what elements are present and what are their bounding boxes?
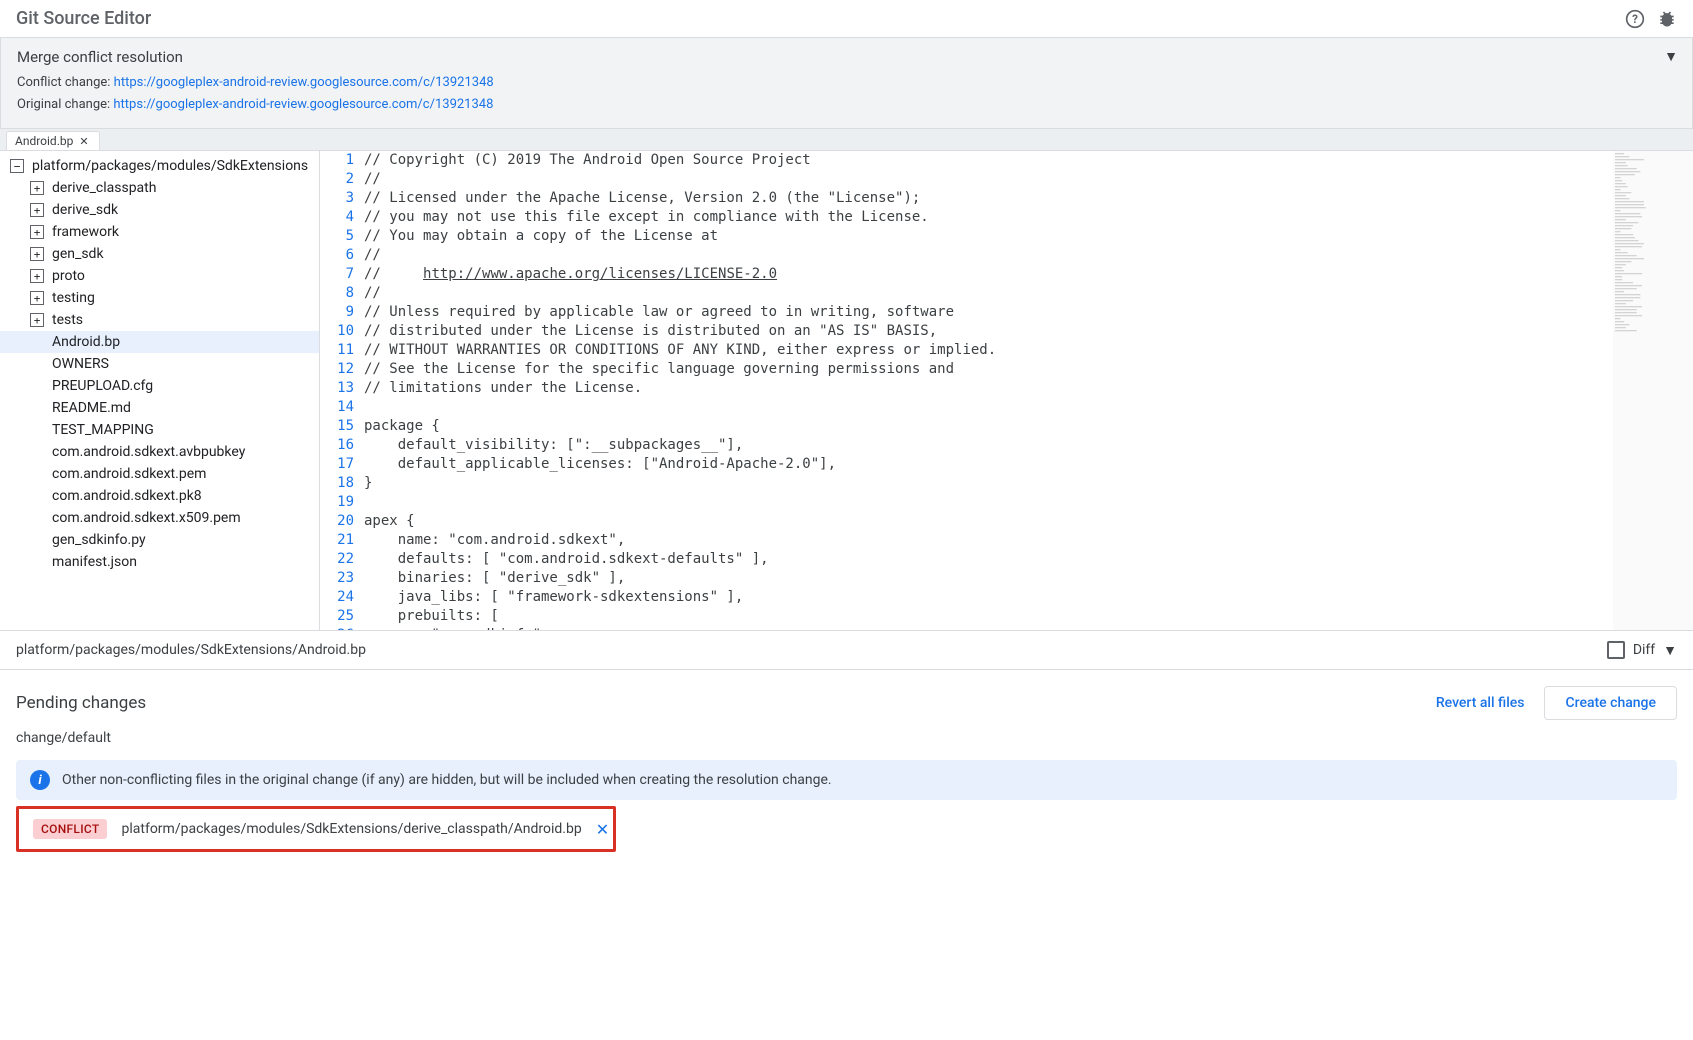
tab-label: Android.bp bbox=[15, 134, 73, 148]
code-area[interactable]: // Copyright (C) 2019 The Android Open S… bbox=[364, 151, 1613, 630]
merge-panel: Merge conflict resolution Conflict chang… bbox=[0, 37, 1693, 129]
diff-checkbox[interactable] bbox=[1607, 641, 1625, 659]
tree-file-Android.bp[interactable]: Android.bp bbox=[0, 331, 319, 353]
info-banner: i Other non-conflicting files in the ori… bbox=[16, 760, 1677, 800]
tree-file-PREUPLOAD.cfg[interactable]: PREUPLOAD.cfg bbox=[0, 375, 319, 397]
line-gutter: 1234567891011121314151617181920212223242… bbox=[320, 151, 364, 630]
tree-folder-proto[interactable]: + proto bbox=[0, 265, 319, 287]
tree-label: Android.bp bbox=[52, 334, 120, 350]
code-editor[interactable]: 1234567891011121314151617181920212223242… bbox=[320, 151, 1693, 630]
tree-folder-framework[interactable]: + framework bbox=[0, 221, 319, 243]
tree-file-com.android.sdkext.pk8[interactable]: com.android.sdkext.pk8 bbox=[0, 485, 319, 507]
tree-label: platform/packages/modules/SdkExtensions bbox=[32, 158, 308, 174]
revert-all-button[interactable]: Revert all files bbox=[1436, 695, 1525, 711]
tree-file-manifest.json[interactable]: manifest.json bbox=[0, 551, 319, 573]
file-path: platform/packages/modules/SdkExtensions/… bbox=[16, 642, 366, 658]
tree-root[interactable]: −platform/packages/modules/SdkExtensions bbox=[0, 155, 319, 177]
tree-file-OWNERS[interactable]: OWNERS bbox=[0, 353, 319, 375]
tree-folder-testing[interactable]: + testing bbox=[0, 287, 319, 309]
tree-file-com.android.sdkext.pem[interactable]: com.android.sdkext.pem bbox=[0, 463, 319, 485]
collapse-icon[interactable]: − bbox=[10, 159, 24, 173]
conflict-file-path: platform/packages/modules/SdkExtensions/… bbox=[121, 821, 581, 837]
diff-label: Diff bbox=[1633, 642, 1655, 658]
expand-icon[interactable]: + bbox=[30, 269, 44, 283]
tree-label: com.android.sdkext.pem bbox=[52, 466, 206, 482]
tree-label: PREUPLOAD.cfg bbox=[52, 378, 153, 394]
info-icon: i bbox=[30, 770, 50, 790]
tree-label: framework bbox=[52, 224, 119, 240]
expand-icon[interactable]: + bbox=[30, 291, 44, 305]
tree-file-gen_sdkinfo.py[interactable]: gen_sdkinfo.py bbox=[0, 529, 319, 551]
dropdown-icon[interactable]: ▼ bbox=[1663, 642, 1677, 659]
pending-title: Pending changes bbox=[16, 693, 146, 713]
tree-label: TEST_MAPPING bbox=[52, 422, 154, 438]
expand-icon[interactable]: + bbox=[30, 225, 44, 239]
tree-label: manifest.json bbox=[52, 554, 137, 570]
conflict-change-label: Conflict change: bbox=[17, 75, 114, 90]
tree-label: tests bbox=[52, 312, 83, 328]
tree-file-README.md[interactable]: README.md bbox=[0, 397, 319, 419]
tree-label: derive_classpath bbox=[52, 180, 156, 196]
tree-label: proto bbox=[52, 268, 85, 284]
original-change-link[interactable]: https://googleplex-android-review.google… bbox=[113, 97, 493, 112]
create-change-button[interactable]: Create change bbox=[1544, 686, 1677, 720]
minimap[interactable]: ━━━━━━━━━━━━━━━━━━━━━━━━━━━━━━━━━━━━━━━━… bbox=[1613, 151, 1693, 630]
help-icon[interactable]: ? bbox=[1625, 9, 1645, 29]
tree-folder-tests[interactable]: + tests bbox=[0, 309, 319, 331]
conflict-row[interactable]: CONFLICT platform/packages/modules/SdkEx… bbox=[16, 806, 616, 852]
file-tree: −platform/packages/modules/SdkExtensions… bbox=[0, 151, 320, 630]
remove-icon[interactable]: ✕ bbox=[596, 820, 609, 839]
tree-label: OWNERS bbox=[52, 356, 109, 372]
expand-icon[interactable]: + bbox=[30, 203, 44, 217]
tree-file-com.android.sdkext.avbpubkey[interactable]: com.android.sdkext.avbpubkey bbox=[0, 441, 319, 463]
tree-label: testing bbox=[52, 290, 95, 306]
original-change-label: Original change: bbox=[17, 97, 113, 112]
merge-title: Merge conflict resolution bbox=[17, 48, 1676, 66]
tree-label: gen_sdkinfo.py bbox=[52, 532, 146, 548]
svg-text:?: ? bbox=[1632, 12, 1638, 26]
expand-icon[interactable]: + bbox=[30, 181, 44, 195]
tree-label: README.md bbox=[52, 400, 131, 416]
tree-label: gen_sdk bbox=[52, 246, 104, 262]
info-text: Other non-conflicting files in the origi… bbox=[62, 772, 832, 788]
tree-folder-gen_sdk[interactable]: + gen_sdk bbox=[0, 243, 319, 265]
tree-label: derive_sdk bbox=[52, 202, 118, 218]
bug-icon[interactable] bbox=[1657, 9, 1677, 29]
conflict-badge: CONFLICT bbox=[33, 819, 107, 839]
tree-folder-derive_sdk[interactable]: + derive_sdk bbox=[0, 199, 319, 221]
collapse-icon[interactable]: ▼ bbox=[1664, 48, 1678, 65]
tab-android-bp[interactable]: Android.bp ✕ bbox=[6, 131, 100, 150]
tree-label: com.android.sdkext.pk8 bbox=[52, 488, 202, 504]
app-title: Git Source Editor bbox=[16, 8, 151, 29]
tree-label: com.android.sdkext.avbpubkey bbox=[52, 444, 245, 460]
expand-icon[interactable]: + bbox=[30, 313, 44, 327]
tree-file-TEST_MAPPING[interactable]: TEST_MAPPING bbox=[0, 419, 319, 441]
tab-strip: Android.bp ✕ bbox=[0, 129, 1693, 151]
tree-file-com.android.sdkext.x509.pem[interactable]: com.android.sdkext.x509.pem bbox=[0, 507, 319, 529]
tree-folder-derive_classpath[interactable]: + derive_classpath bbox=[0, 177, 319, 199]
tree-label: com.android.sdkext.x509.pem bbox=[52, 510, 241, 526]
change-name: change/default bbox=[16, 730, 1677, 746]
close-icon[interactable]: ✕ bbox=[79, 135, 88, 148]
conflict-change-link[interactable]: https://googleplex-android-review.google… bbox=[114, 75, 494, 90]
expand-icon[interactable]: + bbox=[30, 247, 44, 261]
